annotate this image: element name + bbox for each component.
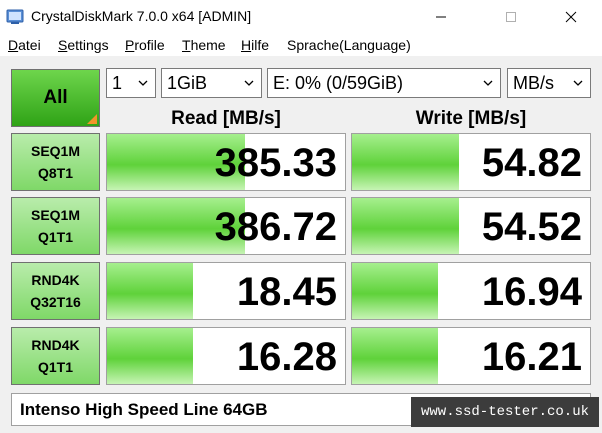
menu-hilfe-mnemonic: H [241,37,252,53]
menu-settings-label: ettings [67,37,109,53]
menu-theme[interactable]: Theme [182,37,226,53]
minimize-icon [436,16,446,17]
maximize-icon [506,11,516,22]
window-title: CrystalDiskMark 7.0.0 x64 [ADMIN] [31,8,252,24]
read-value: 16.28 [236,335,337,379]
menu-profile-label: rofile [134,37,165,53]
crystaldiskmark-app-icon [6,9,24,24]
menu-sprache[interactable]: Sprache(Language) [287,37,411,53]
maximize-button[interactable] [488,0,534,33]
test-count-value: 1 [112,73,123,93]
write-bar [352,263,438,319]
test-seq1m-q8t1-button[interactable]: SEQ1M Q8T1 [11,133,100,191]
write-value: 54.82 [481,141,582,185]
write-column-header: Write [MB/s] [415,108,527,129]
test-seq1m-q1t1-button[interactable]: SEQ1M Q1T1 [11,197,100,255]
menu-datei-label: atei [18,37,41,53]
row-label-line2: Q32T16 [30,294,81,310]
drive-value: E: 0% (0/59GiB) [273,73,404,93]
write-result-rnd4k-q32t16: 16.94 [351,262,591,320]
title-bar: CrystalDiskMark 7.0.0 x64 [ADMIN] [0,0,602,33]
close-button[interactable] [548,0,594,33]
menu-hilfe-label: ilfe [251,37,270,53]
read-bar [107,328,193,384]
read-column-header: Read [MB/s] [171,108,281,129]
menu-profile[interactable]: Profile [125,37,165,53]
chevron-down-icon [573,80,583,86]
corner-marker-icon [87,114,97,124]
menu-datei-mnemonic: D [8,37,19,53]
drive-select[interactable]: E: 0% (0/59GiB) [267,68,501,98]
write-value: 54.52 [481,205,582,249]
read-result-rnd4k-q1t1: 16.28 [106,327,346,385]
unit-value: MB/s [513,73,555,93]
row-label-line1: SEQ1M [30,143,80,159]
menu-hilfe[interactable]: Hilfe [241,37,269,53]
read-value: 18.45 [236,270,337,314]
test-size-value: 1GiB [167,73,208,93]
device-name: Intenso High Speed Line 64GB [20,400,268,419]
menu-datei[interactable]: Datei [8,37,41,53]
menu-sprache-label: Sprache(Language) [287,37,411,53]
chevron-down-icon [483,80,493,86]
test-rnd4k-q32t16-button[interactable]: RND4K Q32T16 [11,262,100,320]
read-result-seq1m-q8t1: 385.33 [106,133,346,191]
read-bar [107,263,193,319]
row-label-line2: Q1T1 [37,359,73,375]
run-all-button[interactable]: All [11,69,100,127]
write-value: 16.94 [481,270,582,314]
write-result-seq1m-q8t1: 54.82 [351,133,591,191]
menu-theme-label: heme [190,37,226,53]
write-bar [352,198,460,254]
write-result-seq1m-q1t1: 54.52 [351,197,591,255]
row-label-line2: Q1T1 [37,229,73,245]
test-size-select[interactable]: 1GiB [161,68,262,98]
menu-settings-mnemonic: S [58,37,68,53]
read-value: 385.33 [214,141,337,185]
watermark-label: www.ssd-tester.co.uk [411,397,599,427]
test-count-select[interactable]: 1 [106,68,156,98]
read-result-seq1m-q1t1: 386.72 [106,197,346,255]
chevron-down-icon [244,80,254,86]
write-result-rnd4k-q1t1: 16.21 [351,327,591,385]
minimize-button[interactable] [418,0,464,33]
menu-theme-mnemonic: T [182,37,191,53]
write-value: 16.21 [481,335,582,379]
menu-bar: Datei Settings Profile Theme Hilfe Sprac… [0,33,602,56]
chevron-down-icon [138,80,148,86]
row-label-line1: SEQ1M [30,207,80,223]
write-bar [352,328,438,384]
close-icon [565,11,577,22]
row-label-line1: RND4K [31,272,80,288]
test-rnd4k-q1t1-button[interactable]: RND4K Q1T1 [11,327,100,385]
unit-select[interactable]: MB/s [507,68,591,98]
read-result-rnd4k-q32t16: 18.45 [106,262,346,320]
menu-profile-mnemonic: P [125,37,135,53]
run-all-label: All [43,87,68,108]
read-value: 386.72 [214,205,337,249]
menu-settings[interactable]: Settings [58,37,109,53]
row-label-line1: RND4K [31,337,80,353]
write-bar [352,134,460,190]
row-label-line2: Q8T1 [37,165,73,181]
